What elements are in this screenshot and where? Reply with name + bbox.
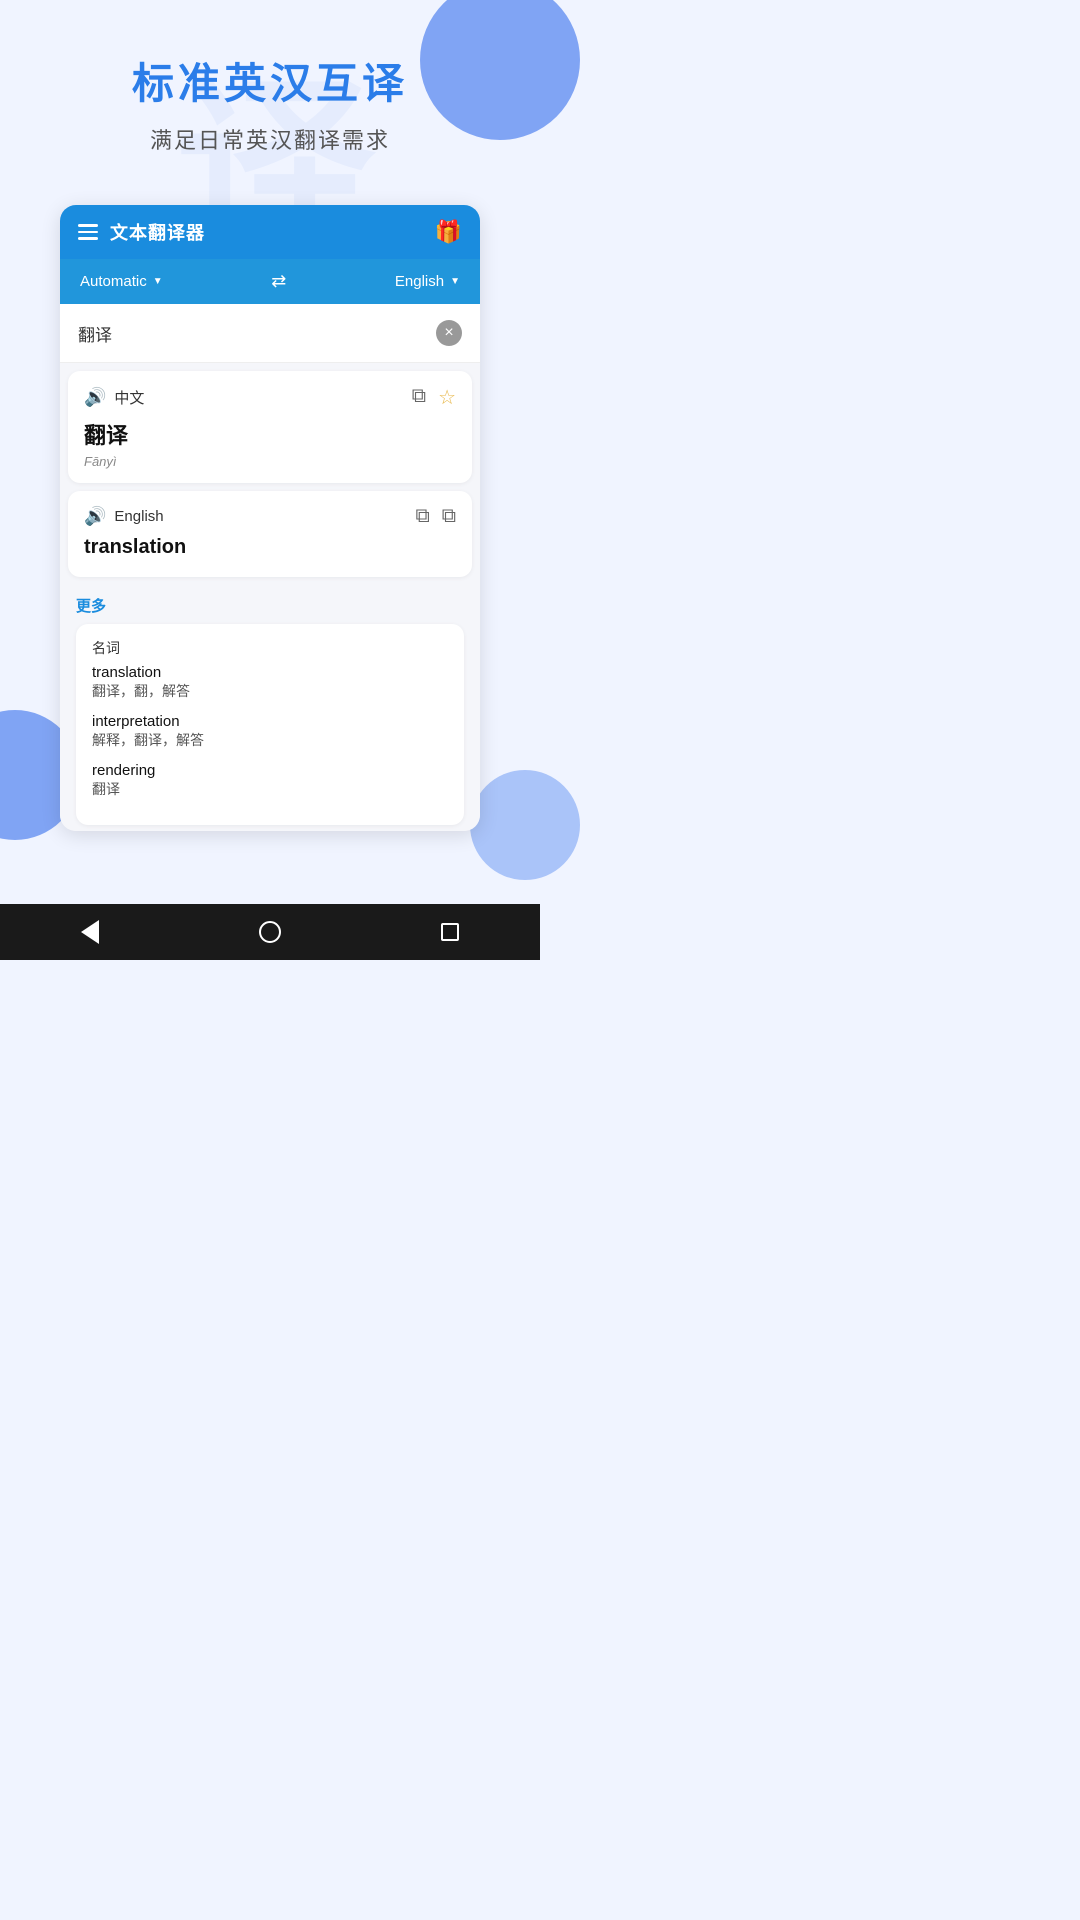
gift-icon[interactable]: 🎁 [435,219,462,245]
word-entry-0: translation 翻译，翻，解答 [92,664,448,701]
bg-circle-bottom-right [470,770,580,880]
source-lang-label: Automatic [80,273,147,290]
copy-chinese-icon[interactable]: ⧉ [412,385,426,410]
source-lang-selector[interactable]: Automatic ▼ [80,273,163,290]
input-area: 翻译 [60,304,480,363]
english-lang-label: English [114,508,163,525]
more-label: 更多 [76,595,464,616]
toolbar: 文本翻译器 🎁 [60,205,480,259]
hero-section: 标准英汉互译 满足日常英汉翻译需求 [0,0,540,185]
toolbar-left: 文本翻译器 [78,219,205,245]
chinese-result-header: 🔊 中文 ⧉ ☆ [84,385,456,410]
hero-title: 标准英汉互译 [30,50,510,111]
target-lang-label: English [395,273,444,290]
open-icon[interactable]: ⧉ [415,505,429,528]
word-entry-1: interpretation 解释，翻译，解答 [92,713,448,750]
chinese-sound-icon[interactable]: 🔊 [84,387,106,408]
nav-home-icon [259,921,281,943]
chinese-result-actions: ⧉ ☆ [412,385,456,410]
toolbar-title: 文本翻译器 [110,219,205,245]
hamburger-icon[interactable] [78,224,98,240]
word-0: translation [92,664,448,681]
source-lang-arrow: ▼ [153,276,163,287]
bottom-nav [0,904,540,960]
target-lang-arrow: ▼ [450,276,460,287]
english-result-main: translation [84,536,456,559]
swap-icon[interactable]: ⇄ [271,271,286,292]
chinese-result-card: 🔊 中文 ⧉ ☆ 翻译 Fānyì [68,371,472,483]
target-lang-selector[interactable]: English ▼ [395,273,460,290]
nav-home-button[interactable] [250,912,290,952]
copy-english-icon[interactable]: ⧉ [442,505,456,528]
definition-2: 翻译 [92,779,448,799]
nav-recent-icon [441,923,459,941]
more-content: 名词 translation 翻译，翻，解答 interpretation 解释… [76,624,464,825]
noun-label: 名词 [92,638,448,658]
more-section: 更多 名词 translation 翻译，翻，解答 interpretation… [60,585,480,831]
chinese-result-phonetic: Fānyì [84,454,456,469]
nav-back-icon [81,920,99,944]
lang-bar: Automatic ▼ ⇄ English ▼ [60,259,480,304]
clear-button[interactable] [436,320,462,346]
chinese-result-main: 翻译 [84,418,456,450]
nav-back-button[interactable] [70,912,110,952]
definition-1: 解释，翻译，解答 [92,730,448,750]
chinese-lang-label: 中文 [114,387,144,408]
chinese-result-lang-left: 🔊 中文 [84,387,144,408]
definition-0: 翻译，翻，解答 [92,681,448,701]
app-card: 文本翻译器 🎁 Automatic ▼ ⇄ English ▼ 翻译 🔊 中文 … [60,205,480,831]
nav-recent-button[interactable] [430,912,470,952]
english-result-lang-left: 🔊 English [84,506,164,527]
english-result-actions: ⧉ ⧉ [415,505,456,528]
input-text[interactable]: 翻译 [78,321,436,346]
star-icon[interactable]: ☆ [438,385,456,410]
english-sound-icon[interactable]: 🔊 [84,506,106,527]
word-1: interpretation [92,713,448,730]
word-2: rendering [92,762,448,779]
english-result-card: 🔊 English ⧉ ⧉ translation [68,491,472,577]
word-entry-2: rendering 翻译 [92,762,448,799]
english-result-header: 🔊 English ⧉ ⧉ [84,505,456,528]
hero-subtitle: 满足日常英汉翻译需求 [30,123,510,155]
